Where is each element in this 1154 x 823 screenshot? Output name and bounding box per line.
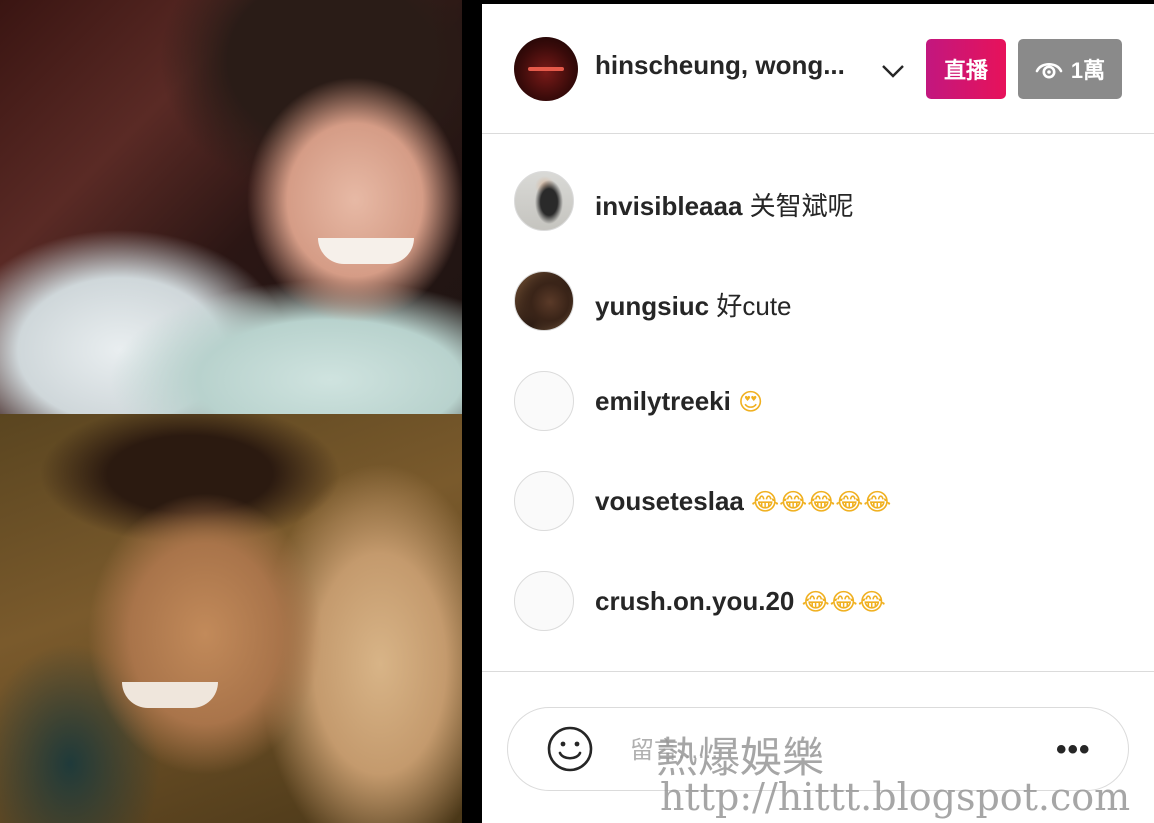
comment-username[interactable]: crush.on.you.20 <box>595 586 794 616</box>
commenter-avatar[interactable] <box>514 571 574 631</box>
host-name[interactable]: hinscheung, wong... <box>595 50 845 81</box>
viewer-count-badge[interactable]: 1萬 <box>1018 39 1122 99</box>
comment-item: yungsiuc 好cute <box>482 271 1154 331</box>
host-video-face-detail <box>318 238 414 264</box>
commenter-avatar[interactable] <box>514 471 574 531</box>
live-stream-window: hinscheung, wong... 直播 1萬 invisibleaaa 关… <box>0 0 1154 823</box>
comment-text-row: vouseteslaa 😂😂😂😂😂 <box>595 486 891 517</box>
live-badge: 直播 <box>926 39 1006 99</box>
stream-header: hinscheung, wong... 直播 1萬 <box>482 4 1154 134</box>
comment-item: crush.on.you.20 😂😂😂 <box>482 571 1154 631</box>
comment-username[interactable]: yungsiuc <box>595 291 709 321</box>
comment-text-row: yungsiuc 好cute <box>595 286 792 323</box>
comment-item: emilytreeki 😍 <box>482 371 1154 431</box>
viewer-count: 1萬 <box>1070 58 1106 83</box>
comment-text-row: crush.on.you.20 😂😂😂 <box>595 586 886 617</box>
comment-message: 😂😂😂😂😂 <box>751 488 892 516</box>
commenter-avatar[interactable] <box>514 371 574 431</box>
comment-username[interactable]: invisibleaaa <box>595 191 742 221</box>
chevron-down-icon[interactable] <box>880 58 906 84</box>
comment-message: 😂😂😂 <box>801 588 886 616</box>
comment-username[interactable]: vouseteslaa <box>595 486 744 516</box>
host-video-feed <box>0 0 462 414</box>
more-options-button[interactable]: ••• <box>1056 730 1091 770</box>
guest-video-feed <box>0 414 462 823</box>
comment-item: vouseteslaa 😂😂😂😂😂 <box>482 471 1154 531</box>
comment-text-row: invisibleaaa 关智斌呢 <box>595 186 854 223</box>
commenter-avatar[interactable] <box>514 171 574 231</box>
emoji-smiley-icon[interactable] <box>546 725 594 773</box>
comment-message: 好cute <box>716 291 792 321</box>
chat-panel: hinscheung, wong... 直播 1萬 invisibleaaa 关… <box>482 4 1154 823</box>
comment-message: 关智斌呢 <box>749 191 854 221</box>
comment-message: 😍 <box>738 388 764 416</box>
eye-icon <box>1035 62 1063 79</box>
guest-video-face-detail <box>122 682 218 708</box>
commenter-avatar[interactable] <box>514 271 574 331</box>
watermark-url: http://hittt.blogspot.com <box>660 775 1131 819</box>
comment-text-row: emilytreeki 😍 <box>595 386 763 417</box>
host-avatar[interactable] <box>514 37 578 101</box>
composer-divider <box>482 671 1154 672</box>
comment-item: invisibleaaa 关智斌呢 <box>482 171 1154 231</box>
comment-username[interactable]: emilytreeki <box>595 386 731 416</box>
